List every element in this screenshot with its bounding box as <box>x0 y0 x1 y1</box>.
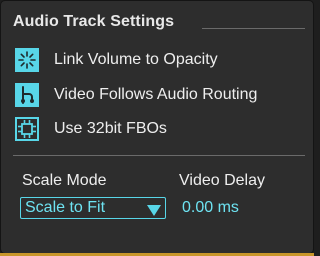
section-divider <box>13 155 305 156</box>
scale-mode-dropdown[interactable]: Scale to Fit <box>20 197 166 219</box>
section-title: Audio Track Settings <box>13 13 175 30</box>
link-volume-label: Link Volume to Opacity <box>54 51 218 68</box>
link-volume-toggle[interactable]: Link Volume to Opacity <box>15 47 218 73</box>
use-32bit-fbos-toggle[interactable]: Use 32bit FBOs <box>15 116 167 142</box>
chip-icon <box>15 117 39 141</box>
video-delay-value[interactable]: 0.00 ms <box>182 199 239 217</box>
video-follows-routing-toggle[interactable]: Video Follows Audio Routing <box>15 82 257 108</box>
routing-icon <box>15 83 39 107</box>
dropdown-arrow-icon <box>147 203 161 216</box>
title-divider <box>202 28 305 29</box>
video-delay-label: Video Delay <box>179 172 265 189</box>
link-volume-icon <box>15 48 39 72</box>
use-32bit-fbos-label: Use 32bit FBOs <box>54 120 167 137</box>
video-follows-routing-label: Video Follows Audio Routing <box>54 86 258 103</box>
scale-mode-value: Scale to Fit <box>25 199 106 216</box>
audio-track-settings-panel: Audio Track Settings Link Volume to Opac… <box>0 0 314 254</box>
scale-mode-label: Scale Mode <box>22 172 107 189</box>
